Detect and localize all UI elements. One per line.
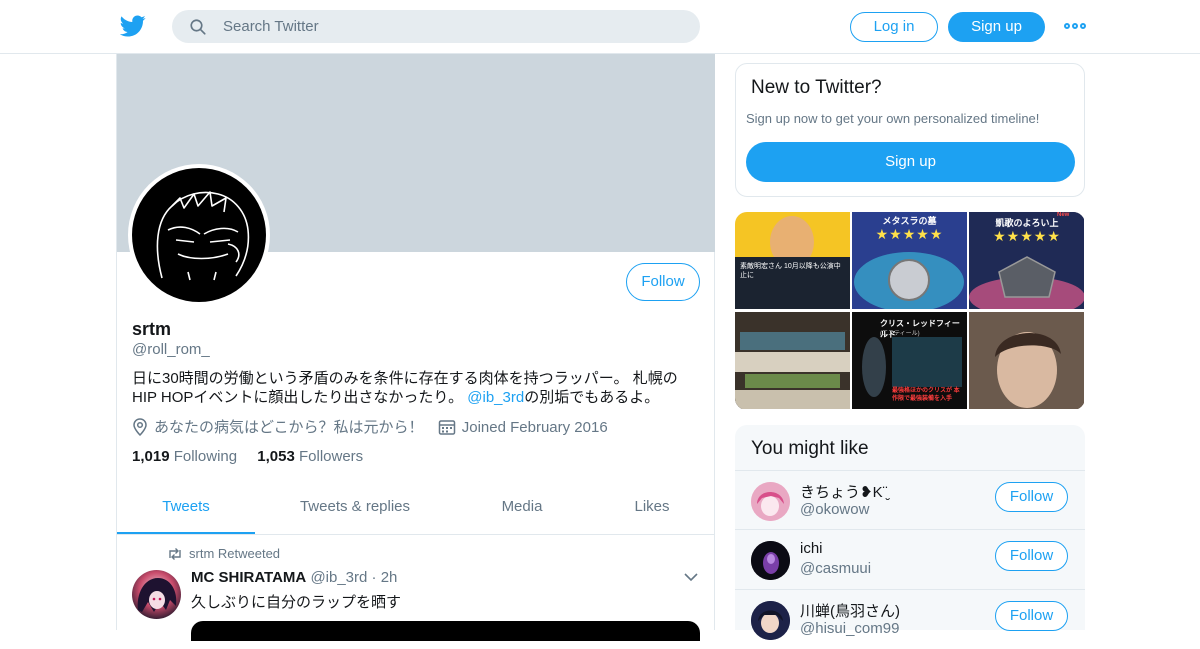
tile-stars: ★★★★★ <box>993 228 1061 244</box>
follow-button[interactable]: Follow <box>626 263 700 301</box>
profile-tabs: Tweets Tweets & replies Media Likes <box>117 484 715 535</box>
search-bar[interactable]: Search Twitter <box>172 10 700 43</box>
tweet-header: MC SHIRATAMA @ib_3rd · 2h <box>191 569 397 586</box>
avatar-image <box>132 168 266 302</box>
retweet-label-text: srtm Retweeted <box>189 546 281 561</box>
more-dots-icon[interactable] <box>1064 23 1086 31</box>
suggested-user-handle: @casmuui <box>800 560 872 577</box>
profile-meta: あなたの病気はどこから？私は元から！ Joined February 2016 <box>132 416 618 437</box>
card-title: New to Twitter? <box>751 77 882 98</box>
signup-card-button[interactable]: Sign up <box>746 142 1075 182</box>
retweet-label: srtm Retweeted <box>167 546 280 561</box>
media-tile[interactable] <box>735 312 850 409</box>
profile-name: srtm <box>132 319 172 339</box>
profile-location: あなたの病気はどこから？私は元から！ <box>132 416 424 437</box>
tile-subcaption: (エスティール) <box>880 331 920 337</box>
tweet-separator: · <box>371 569 377 586</box>
avatar[interactable] <box>751 541 790 580</box>
new-to-twitter-card: New to Twitter? Sign up now to get your … <box>735 63 1085 197</box>
profile-column: Follow srtm @roll_rom_ 日に30時間の労働という矛盾のみを… <box>116 54 715 641</box>
media-tile[interactable]: 凱歌のよろい上 New ★★★★★ <box>969 212 1084 309</box>
media-tile[interactable]: メタスラの墓 ★★★★★ <box>852 212 967 309</box>
tab-tweets[interactable]: Tweets <box>117 484 255 534</box>
profile-stats: 1,019 Following 1,053 Followers <box>132 448 379 465</box>
card-subtitle: Sign up now to get your own personalized… <box>746 111 1040 126</box>
bio-mention-link[interactable]: @ib_3rd <box>467 389 524 406</box>
follow-button[interactable]: Follow <box>995 601 1068 631</box>
suggested-user-handle: @okowow <box>800 501 870 518</box>
avatar[interactable] <box>751 601 790 640</box>
profile-handle: @roll_rom_ <box>132 341 210 358</box>
tweet-text: 久しぶりに自分のラップを晒す <box>191 594 402 611</box>
tile-new-badge: New <box>1057 212 1070 218</box>
joined-text: Joined February 2016 <box>461 419 608 436</box>
location-pin-icon <box>133 418 147 437</box>
media-tile[interactable]: クリス・レッドフィールド (エスティール) 最強格ほかのクリスが 本作限で最強装… <box>852 312 967 409</box>
tile-overlay-text: 素敵明宏さん 10月以降も公演中止に <box>740 263 841 279</box>
following-stat[interactable]: 1,019 Following <box>132 448 237 465</box>
media-tile[interactable]: 素敵明宏さん 10月以降も公演中止に <box>735 212 850 309</box>
suggested-user-handle: @hisui_com99 <box>800 620 900 637</box>
follow-button[interactable]: Follow <box>995 541 1068 571</box>
tab-tweets-replies[interactable]: Tweets & replies <box>285 484 425 534</box>
profile-avatar[interactable] <box>128 164 270 306</box>
profile-bio: 日に30時間の労働という矛盾のみを条件に存在する肉体を持つラッパー。 札幌のHI… <box>132 369 702 407</box>
search-icon <box>190 19 206 35</box>
suggested-user-name[interactable]: ichi <box>800 540 823 557</box>
tweet-author-avatar[interactable] <box>132 570 181 619</box>
tweet-time[interactable]: 2h <box>381 569 398 586</box>
chevron-down-icon[interactable] <box>684 572 698 582</box>
suggested-user[interactable]: ichi @casmuui Follow <box>735 529 1085 589</box>
calendar-icon <box>438 420 455 435</box>
followers-stat[interactable]: 1,053 Followers <box>257 448 363 465</box>
card-title: You might like <box>751 438 869 459</box>
suggested-user[interactable]: きちょう❥K¨̮ @okowow Follow <box>735 470 1085 530</box>
tweet-media[interactable] <box>191 621 700 641</box>
tile-stars: ★★★★★ <box>875 226 944 242</box>
profile-joined: Joined February 2016 <box>438 418 608 436</box>
suggested-user-name[interactable]: 川蝉(鳥羽さん) <box>800 600 900 621</box>
tweet-author-handle[interactable]: @ib_3rd <box>310 569 367 586</box>
twitter-bird-icon[interactable] <box>120 13 146 39</box>
top-navigation-bar: Search Twitter Log in Sign up <box>0 0 1200 54</box>
location-text: あなたの病気はどこから？私は元から！ <box>154 419 424 436</box>
retweet-icon <box>169 548 181 560</box>
suggested-user[interactable]: 川蝉(鳥羽さん) @hisui_com99 Follow <box>735 589 1085 649</box>
tile-overlay-text: 最強格ほかのクリスが 本作限で最強装備を入手 <box>892 388 960 402</box>
tab-likes[interactable]: Likes <box>612 484 692 534</box>
search-input[interactable]: Search Twitter <box>223 18 319 35</box>
tab-media[interactable]: Media <box>477 484 567 534</box>
login-button[interactable]: Log in <box>850 12 938 42</box>
you-might-like-card: You might like きちょう❥K¨̮ @okowow Follow i… <box>735 425 1085 640</box>
signup-button[interactable]: Sign up <box>948 12 1045 42</box>
follow-button[interactable]: Follow <box>995 482 1068 512</box>
media-tile[interactable] <box>969 312 1084 409</box>
bio-text-end: の別垢でもあるよ。 <box>524 389 660 406</box>
tweet-author-name[interactable]: MC SHIRATAMA <box>191 569 306 586</box>
avatar[interactable] <box>751 482 790 521</box>
media-grid: 素敵明宏さん 10月以降も公演中止に メタスラの墓 ★★★★★ 凱歌のよろい上 … <box>735 212 1085 410</box>
suggested-user-name[interactable]: きちょう❥K¨̮ <box>800 481 888 502</box>
